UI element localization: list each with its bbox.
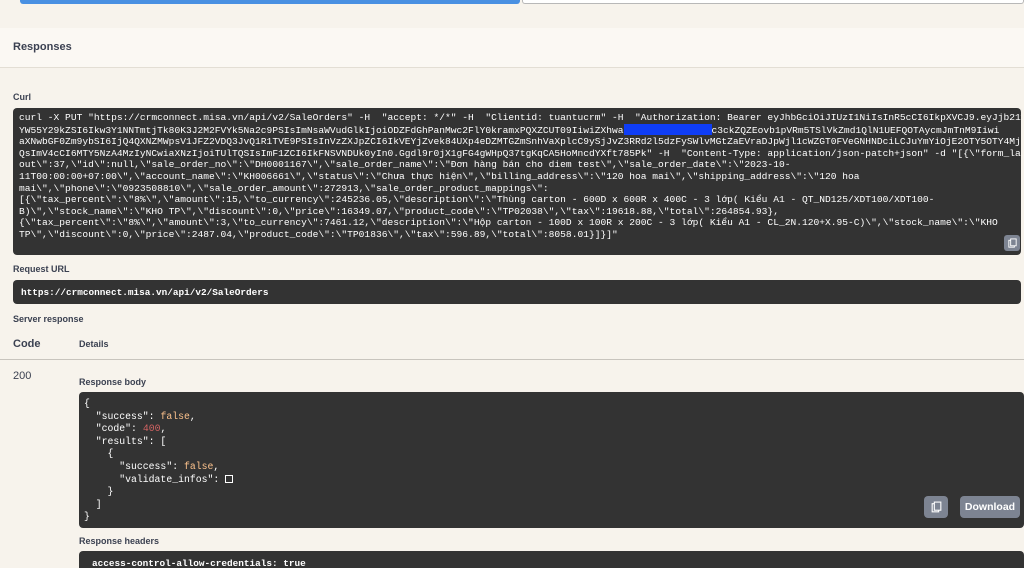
execute-bar xyxy=(0,0,1024,4)
json-line: } xyxy=(107,486,114,498)
details-column-header: Details xyxy=(79,339,109,349)
curl-line: YW55Y29kZSI6Ikw3Y1NNTmtjTk80K3J2M2FVYk5N… xyxy=(19,123,1000,136)
curl-line: curl -X PUT "https://crmconnect.misa.vn/… xyxy=(19,112,1021,123)
curl-line: aXNwbGF0Zm9ybSI6IjQ4QXNZMWpsV1JFZ2VDQ3Jv… xyxy=(19,136,1021,148)
header-line: access-control-allow-credentials: true xyxy=(92,558,306,568)
curl-code-block[interactable]: curl -X PUT "https://crmconnect.misa.vn/… xyxy=(13,108,1021,255)
response-copy-button[interactable] xyxy=(924,496,948,518)
curl-line: B)\",\"stock_name\":\"KHO TP\",\"discoun… xyxy=(19,205,779,217)
clear-button[interactable] xyxy=(522,0,1024,4)
responses-header: Responses xyxy=(0,28,1024,68)
responses-title: Responses xyxy=(13,41,72,53)
request-url-value[interactable]: https://crmconnect.misa.vn/api/v2/SaleOr… xyxy=(13,280,1021,304)
curl-line: QsImV4cCI6MTY5NzA4MzIyNCwiaXNzIjoiTUlTQS… xyxy=(19,147,1021,159)
redacted-token xyxy=(623,123,712,135)
json-line: ] xyxy=(95,498,102,510)
json-line: "validate_infos": xyxy=(84,474,1019,487)
response-body-label: Response body xyxy=(79,377,147,387)
curl-line: 11T00:00:00+07:00\",\"account_name\":\"K… xyxy=(19,170,860,182)
response-headers-block[interactable]: access-control-allow-credentials: true xyxy=(79,551,1024,568)
json-line: "success": false, xyxy=(95,410,196,422)
execute-button[interactable] xyxy=(20,0,520,4)
json-line: { xyxy=(84,398,90,409)
request-url-label: Request URL xyxy=(13,264,70,274)
curl-line: out\":37,\"id\":null,\"sale_order_no\":\… xyxy=(19,159,791,171)
json-line: "success": false, xyxy=(119,460,220,472)
response-table-header xyxy=(0,332,1024,360)
curl-line: mai\",\"phone\":\"0923508810\",\"sale_or… xyxy=(19,182,549,194)
clipboard-icon xyxy=(931,501,941,512)
curl-line: {\"tax_percent\":\"8%\",\"amount\":3,\"t… xyxy=(19,217,998,229)
json-line: "results": [ xyxy=(95,435,167,447)
curl-copy-button[interactable] xyxy=(1004,235,1020,251)
empty-array-glyph xyxy=(225,474,234,483)
response-body-block[interactable]: { "success": false, "code": 400, "result… xyxy=(79,392,1024,528)
json-line: } xyxy=(84,511,90,523)
response-headers-label: Response headers xyxy=(79,536,160,546)
clipboard-icon xyxy=(1007,237,1017,248)
code-column-header: Code xyxy=(13,338,41,350)
curl-label: Curl xyxy=(13,92,31,102)
response-status-code: 200 xyxy=(13,370,32,382)
download-button[interactable]: Download xyxy=(960,496,1020,518)
json-line: { xyxy=(107,448,114,460)
json-line: "code": 400, xyxy=(95,423,167,435)
server-response-label: Server response xyxy=(13,314,84,324)
curl-line: [{\"tax_percent\":\"8%\",\"amount\":15,\… xyxy=(19,194,935,206)
curl-line: TP\",\"discount\":0,\"price\":2487.04,\"… xyxy=(19,228,618,240)
